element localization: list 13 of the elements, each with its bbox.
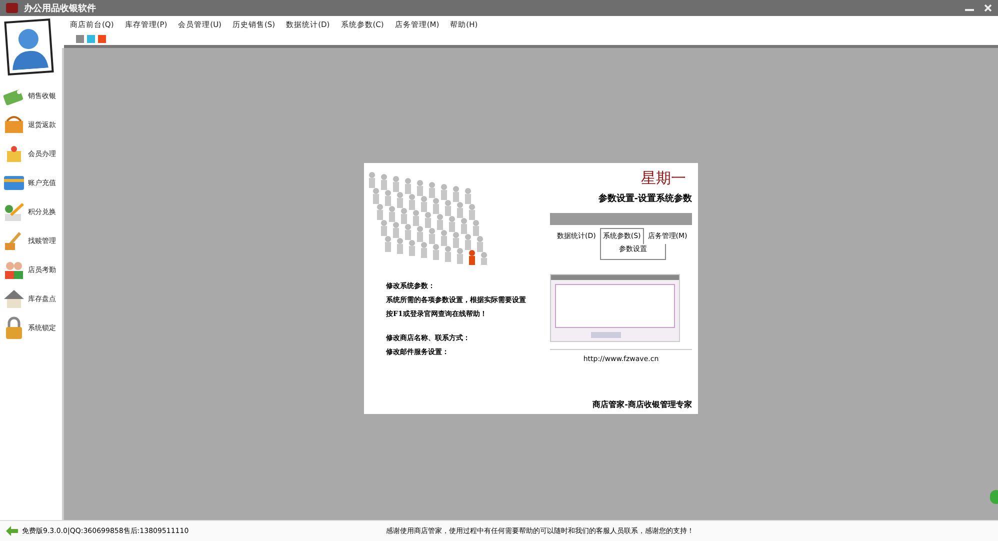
- arrow-icon: [6, 526, 18, 536]
- splash-heading: 参数设置-设置系统参数: [597, 192, 692, 204]
- app-logo-icon: [6, 3, 18, 13]
- close-icon[interactable]: [984, 4, 992, 12]
- color-swatch[interactable]: [98, 35, 106, 43]
- color-swatch[interactable]: [76, 35, 84, 43]
- avatar-card[interactable]: [4, 18, 54, 76]
- weekday-text: 星期一: [640, 168, 687, 188]
- pencil-icon: [2, 200, 26, 224]
- splash-footer: 商店管家-商店收银管理专家: [364, 398, 692, 410]
- window-title: 办公用品收银软件: [24, 2, 96, 14]
- house-icon: [2, 287, 26, 311]
- color-swatch[interactable]: [87, 35, 95, 43]
